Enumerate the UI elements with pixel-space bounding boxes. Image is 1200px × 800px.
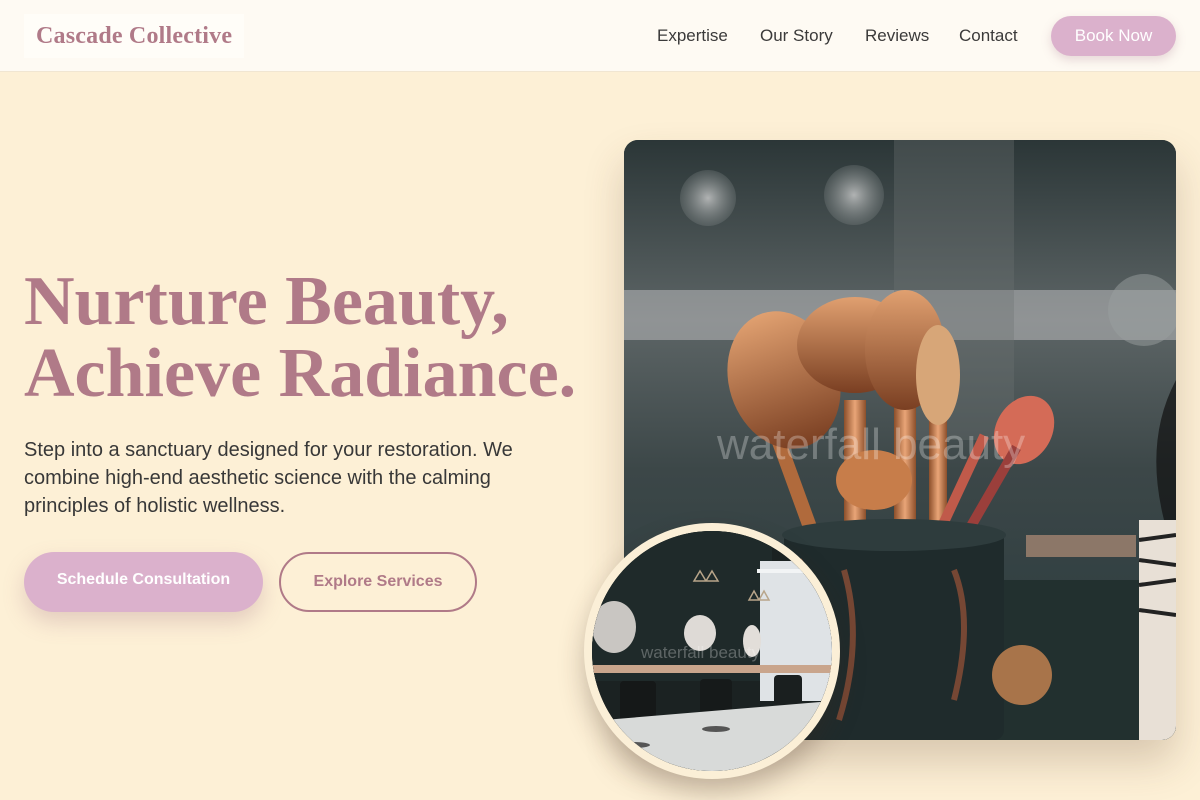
hero-headline: Nurture Beauty, Achieve Radiance. (24, 266, 604, 410)
site-header: Cascade Collective Expertise Our Story R… (0, 0, 1200, 72)
nav-link-our-story[interactable]: Our Story (760, 26, 833, 46)
photo-watermark: waterfall beauty (717, 420, 1026, 469)
book-now-button[interactable]: Book Now (1051, 16, 1176, 56)
headline-line-1: Nurture Beauty, (24, 263, 509, 340)
nav-link-contact[interactable]: Contact (959, 26, 1018, 46)
nav-link-expertise[interactable]: Expertise (657, 26, 728, 46)
brand-logo[interactable]: Cascade Collective (24, 14, 245, 58)
inset-watermark: waterfall beauty (641, 643, 761, 662)
hero-subtext: Step into a sanctuary designed for your … (24, 439, 513, 517)
headline-line-2: Achieve Radiance. (24, 335, 577, 412)
schedule-consultation-button[interactable]: Schedule Consultation (24, 552, 263, 612)
nav-link-reviews[interactable]: Reviews (865, 26, 929, 46)
explore-services-button[interactable]: Explore Services (279, 552, 477, 612)
